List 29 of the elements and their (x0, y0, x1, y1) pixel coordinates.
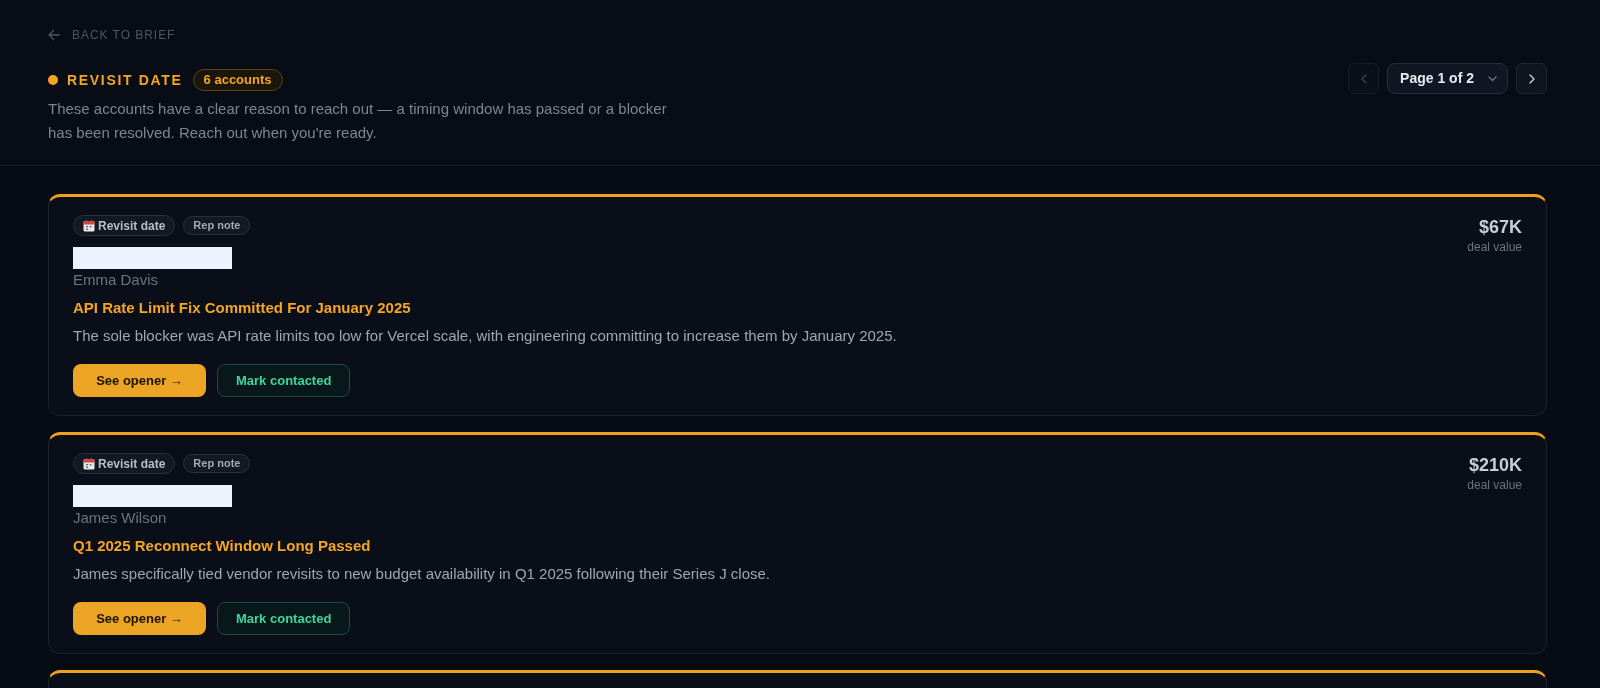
tag-label: Revisit date (98, 217, 166, 235)
next-page-button[interactable] (1516, 63, 1547, 94)
calendar-icon (83, 457, 95, 470)
tag-label: Revisit date (98, 455, 166, 473)
card-summary: The sole blocker was API rate limits too low for Vercel scale, with engineering committing to increase them by January 2025. (73, 326, 897, 346)
page-select[interactable]: Page 1 of 2 (1387, 63, 1508, 94)
calendar-icon (83, 219, 95, 232)
mark-contacted-button[interactable]: Mark contacted (217, 602, 351, 635)
tag: Rep note (183, 216, 251, 235)
deal-value-label: deal value (1467, 477, 1522, 493)
card-headline: Q1 2025 Reconnect Window Long Passed (73, 536, 371, 556)
count-badge: 6 accounts (192, 69, 283, 91)
chevron-left-icon (1360, 73, 1367, 84)
left-arrow-icon (48, 29, 60, 41)
chevron-right-icon (1528, 73, 1535, 84)
see-opener-button[interactable]: See opener → (73, 364, 206, 397)
caret-icon (1488, 75, 1497, 82)
card-headline: API Rate Limit Fix Committed For January 2025 (73, 298, 411, 318)
mark-contacted-button[interactable]: Mark contacted (217, 364, 351, 397)
deal-value: $67K (1478, 216, 1522, 239)
tag: Rep note (183, 454, 251, 473)
card-summary: James specifically tied vendor revisits to new budget availability in Q1 2025 following their Series J close. (73, 564, 770, 584)
deal-value-label: deal value (1467, 239, 1522, 255)
section-title: REVISIT DATE (67, 70, 183, 90)
deal-value: $210K (1468, 454, 1522, 477)
section-description: These accounts have a clear reason to reach out — a timing window has passed or a blocker has been resolved. Reach out when you're ready. (48, 99, 668, 143)
contact-name: James Wilson (73, 508, 167, 528)
contact-name: Emma Davis (73, 270, 158, 290)
see-opener-button[interactable]: See opener → (73, 602, 206, 635)
